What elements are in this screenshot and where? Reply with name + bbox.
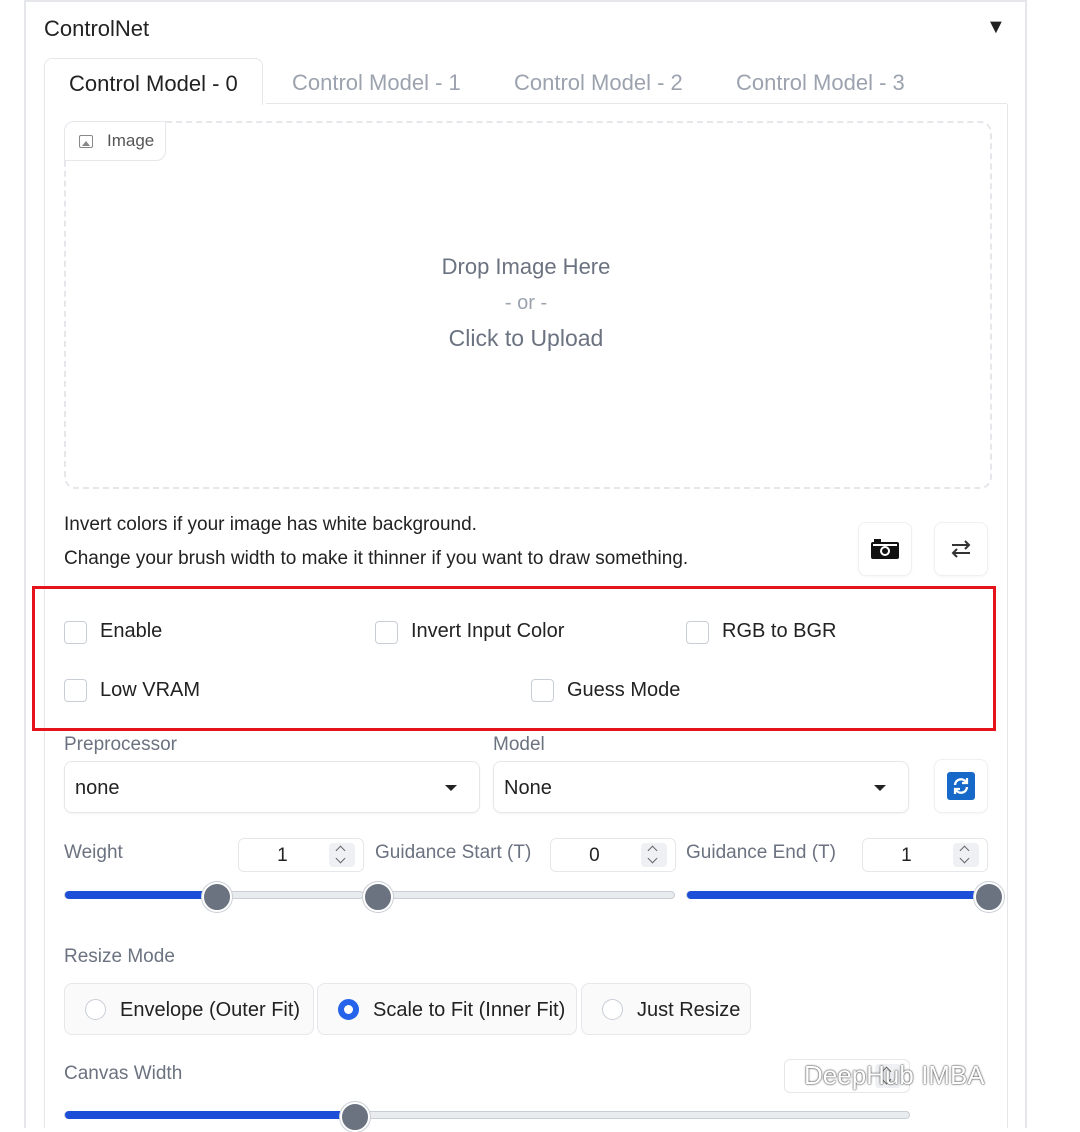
hint-invert: Invert colors if your image has white ba… (64, 514, 477, 535)
guess-mode-checkbox[interactable] (531, 679, 554, 702)
drop-image-text: Drop Image Here (441, 254, 611, 279)
preprocessor-value: none (75, 777, 120, 799)
rgb-to-bgr-checkbox[interactable] (686, 621, 709, 644)
highlight-box (32, 586, 996, 731)
camera-icon (871, 539, 899, 559)
guidance-end-number-input[interactable]: 1 (862, 838, 988, 872)
camera-button[interactable] (858, 522, 912, 576)
stepper-icon[interactable] (953, 843, 979, 867)
refresh-icon (947, 772, 975, 800)
model-value: None (504, 777, 552, 799)
canvas-width-label: Canvas Width (64, 1063, 183, 1084)
weight-number-input[interactable]: 1 (238, 838, 364, 872)
guidance-end-label: Guidance End (T) (686, 842, 836, 863)
refresh-button[interactable] (934, 759, 988, 813)
resize-scale-to-fit-option[interactable]: Scale to Fit (Inner Fit) (317, 983, 577, 1035)
preprocessor-select[interactable]: none (64, 761, 480, 813)
resize-just-resize-label: Just Resize (637, 999, 741, 1021)
swap-button[interactable] (934, 522, 988, 576)
preprocessor-label: Preprocessor (64, 734, 177, 755)
tab-control-model-1[interactable]: Control Model - 1 (292, 58, 461, 104)
resize-scale-to-fit-label: Scale to Fit (Inner Fit) (373, 999, 566, 1021)
low-vram-checkbox[interactable] (64, 679, 87, 702)
slider-thumb[interactable] (974, 882, 1004, 912)
resize-mode-label: Resize Mode (64, 946, 175, 967)
image-badge: Image (64, 121, 166, 161)
stepper-icon[interactable] (641, 843, 667, 867)
collapse-triangle-icon[interactable]: ▼ (986, 16, 1006, 39)
image-icon (79, 135, 93, 148)
resize-envelope-option[interactable]: Envelope (Outer Fit) (64, 983, 314, 1035)
slider-fill (65, 1111, 353, 1119)
slider-thumb[interactable] (202, 882, 232, 912)
hint-brush: Change your brush width to make it thinn… (64, 548, 689, 569)
resize-just-resize-option[interactable]: Just Resize (581, 983, 751, 1035)
radio-just-resize[interactable] (602, 999, 623, 1020)
watermark-text: DeepHub IMBA (804, 1060, 985, 1090)
weight-value: 1 (277, 845, 288, 866)
guidance-start-label: Guidance Start (T) (375, 842, 532, 863)
dropdown-caret-icon (445, 785, 457, 791)
weight-label: Weight (64, 842, 123, 863)
invert-input-color-checkbox[interactable] (375, 621, 398, 644)
guess-mode-label[interactable]: Guess Mode (567, 679, 680, 702)
slider-fill (65, 891, 215, 899)
guidance-start-slider[interactable] (363, 882, 675, 912)
tab-control-model-0[interactable]: Control Model - 0 (44, 58, 263, 105)
click-to-upload-text[interactable]: Click to Upload (64, 325, 988, 352)
invert-input-color-label[interactable]: Invert Input Color (411, 620, 564, 643)
slider-thumb[interactable] (363, 882, 393, 912)
enable-label[interactable]: Enable (100, 620, 162, 643)
radio-scale-to-fit[interactable] (338, 999, 359, 1020)
enable-checkbox[interactable] (64, 621, 87, 644)
tab-control-model-3[interactable]: Control Model - 3 (736, 58, 905, 104)
guidance-end-value: 1 (901, 845, 912, 866)
model-label: Model (493, 734, 545, 755)
guidance-start-value: 0 (589, 845, 600, 866)
guidance-start-number-input[interactable]: 0 (550, 838, 676, 872)
model-select[interactable]: None (493, 761, 909, 813)
resize-envelope-label: Envelope (Outer Fit) (120, 999, 301, 1021)
tab-divider (266, 103, 1007, 104)
drop-or-text: - or - (504, 292, 548, 314)
guidance-end-slider[interactable] (686, 882, 1004, 912)
dropdown-caret-icon (874, 785, 886, 791)
canvas-width-slider[interactable] (64, 1102, 910, 1132)
swap-arrows-icon (951, 540, 971, 558)
tab-control-model-2[interactable]: Control Model - 2 (514, 58, 683, 104)
stepper-icon[interactable] (329, 843, 355, 867)
low-vram-label[interactable]: Low VRAM (100, 679, 200, 702)
controlnet-title[interactable]: ControlNet (44, 16, 149, 42)
radio-envelope[interactable] (85, 999, 106, 1020)
image-badge-label: Image (107, 131, 155, 150)
rgb-to-bgr-label[interactable]: RGB to BGR (722, 620, 836, 643)
slider-fill (687, 891, 987, 899)
weight-slider[interactable] (64, 882, 364, 912)
